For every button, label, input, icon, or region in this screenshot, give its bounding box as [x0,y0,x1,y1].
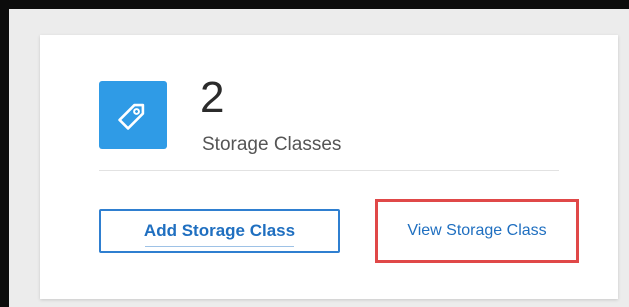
storage-classes-card: 2 Storage Classes Add Storage Class View… [40,35,618,299]
add-storage-class-label: Add Storage Class [143,221,296,240]
view-storage-class-link[interactable]: View Storage Class [378,202,576,260]
window-frame: 2 Storage Classes Add Storage Class View… [0,0,629,307]
tag-icon [118,103,145,130]
divider [99,170,559,171]
view-storage-class-highlight: View Storage Class [375,199,579,263]
focus-underline [145,246,294,247]
storage-class-count-label: Storage Classes [202,134,342,155]
tag-icon-tile [99,81,167,149]
add-storage-class-button[interactable]: Add Storage Class [99,209,340,253]
storage-class-count: 2 [200,73,225,122]
